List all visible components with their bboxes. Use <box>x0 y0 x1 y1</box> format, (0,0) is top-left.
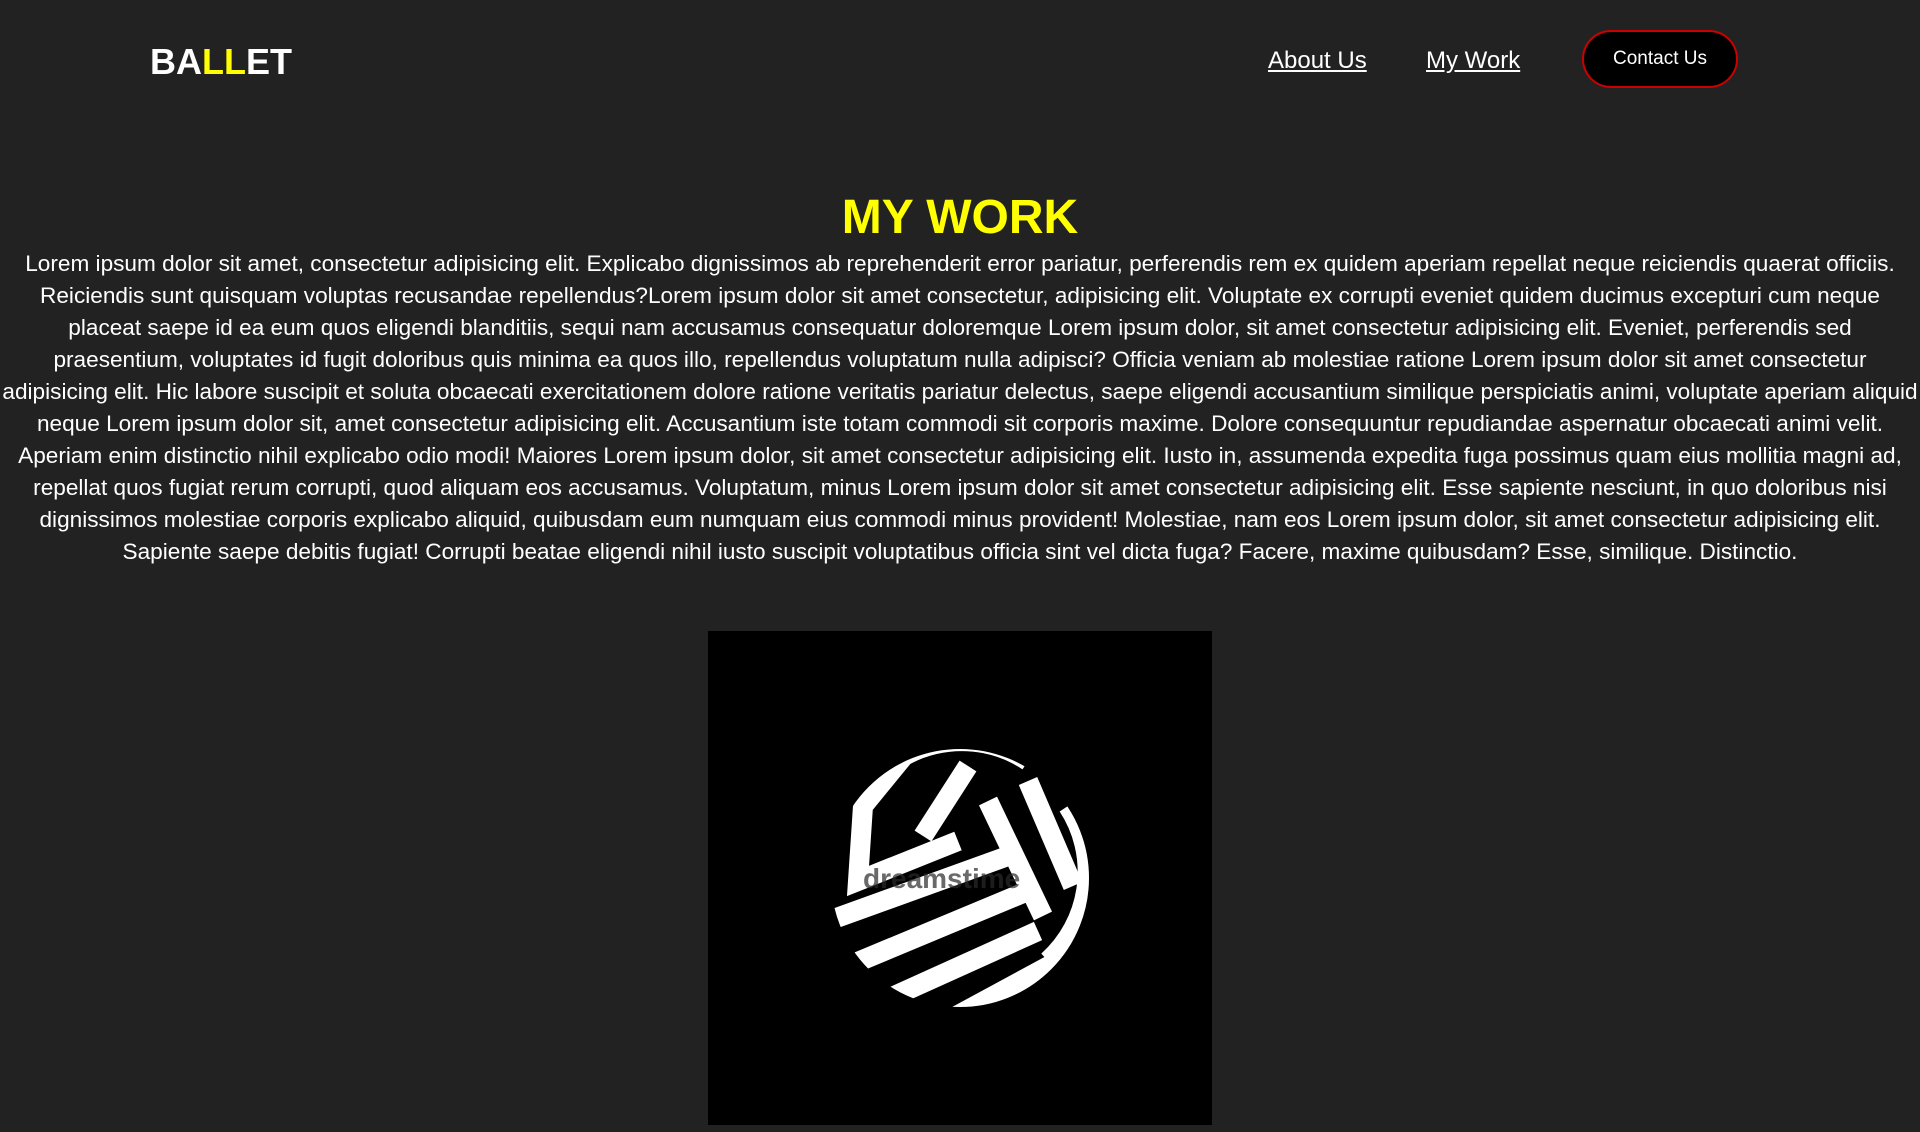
logo-part-1: BA <box>150 41 202 82</box>
contact-us-button[interactable]: Contact Us <box>1582 30 1738 88</box>
logo-part-2-highlight: LL <box>202 41 246 82</box>
nav-link-my-work[interactable]: My Work <box>1426 45 1520 77</box>
intro-paragraph: Lorem ipsum dolor sit amet, consectetur … <box>2 251 1918 564</box>
nav-link-about-us[interactable]: About Us <box>1268 45 1367 77</box>
logo-part-3: ET <box>245 41 292 82</box>
image-watermark: dreamstime <box>863 863 1021 894</box>
page: BALLET About Us My Work Contact Us MY WO… <box>0 0 1920 1132</box>
page-title: MY WORK <box>841 191 1079 244</box>
work-image: dreamstime <box>708 631 1212 1125</box>
site-header: BALLET About Us My Work Contact Us <box>0 0 1920 120</box>
site-logo[interactable]: BALLET <box>150 38 292 86</box>
